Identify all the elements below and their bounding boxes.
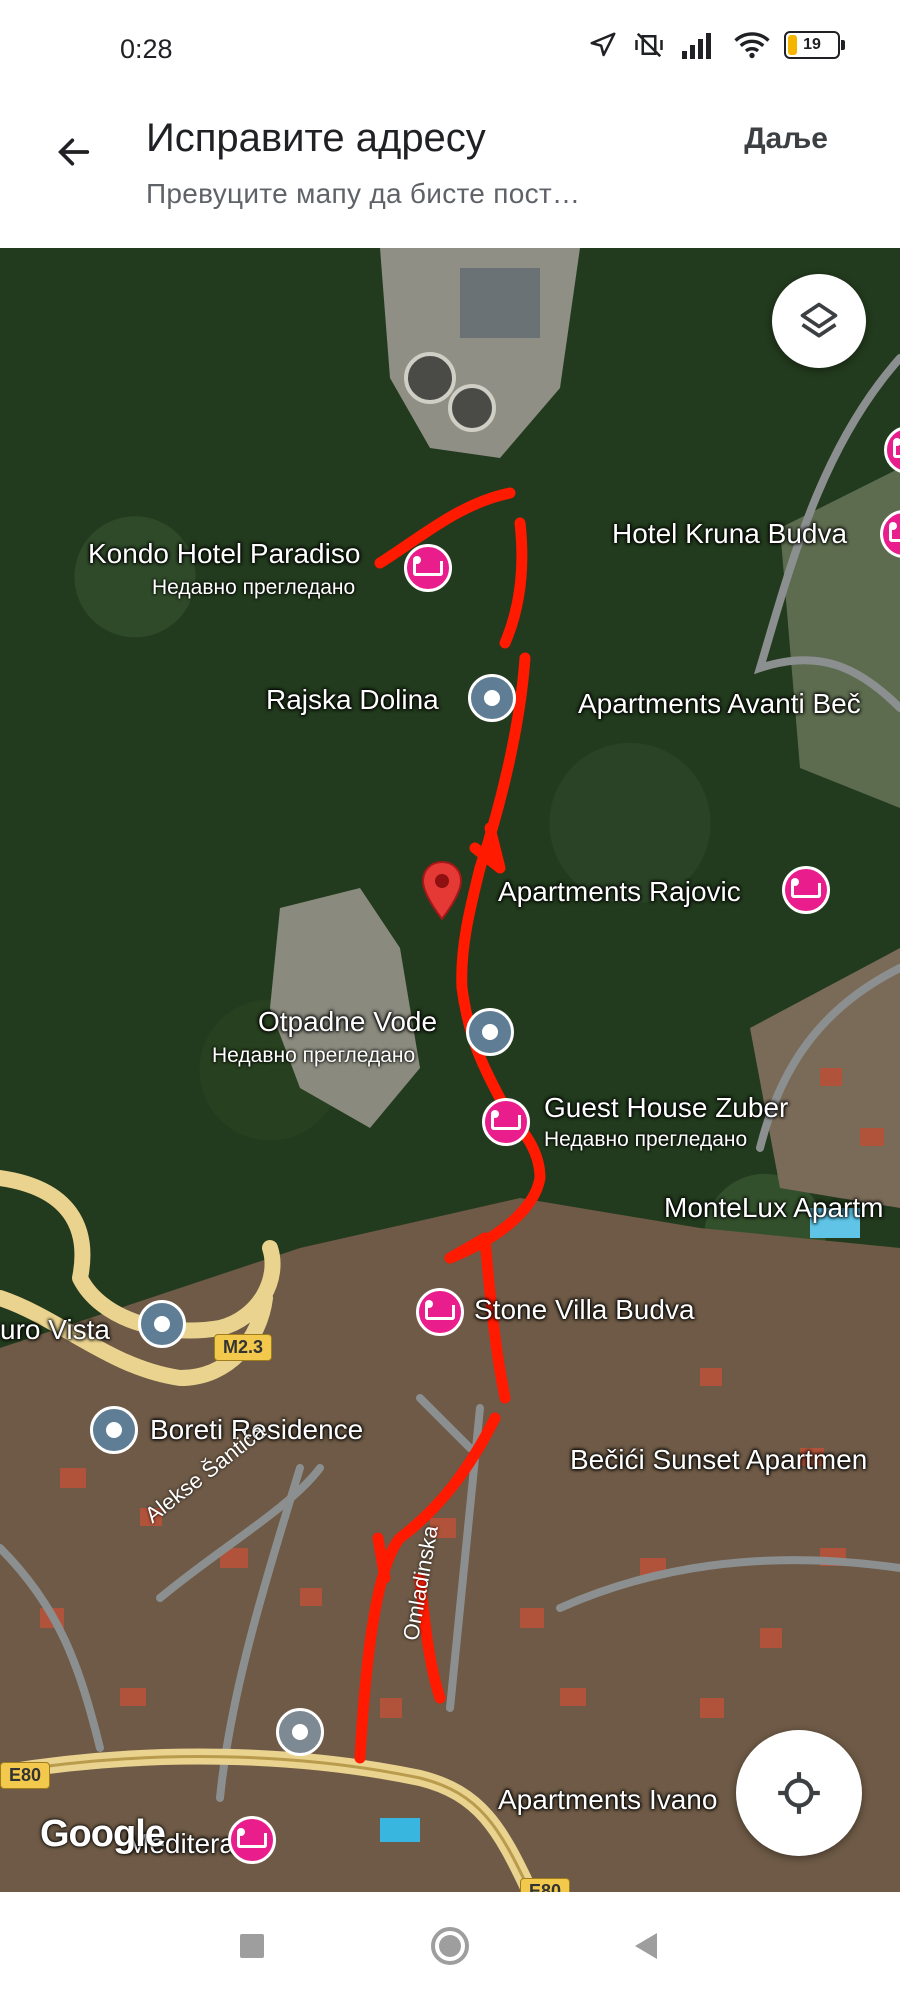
layers-button[interactable]	[772, 274, 866, 368]
place-label[interactable]: Apartments Avanti Beč	[578, 688, 861, 720]
circle-icon	[431, 1927, 469, 1965]
google-attribution: Google	[40, 1813, 166, 1855]
place-label[interactable]: Rajska Dolina	[266, 684, 439, 716]
poi-pin-icon[interactable]	[90, 1406, 138, 1454]
place-sublabel: Недавно прегледано	[152, 576, 356, 599]
page-title: Исправите адресу	[146, 116, 486, 160]
hotel-pin-icon[interactable]	[228, 1816, 276, 1864]
viewpoint-pin-icon[interactable]	[276, 1708, 324, 1756]
signal-icon	[682, 33, 711, 59]
page-subtitle: Превуците мапу да бисте пост…	[146, 178, 581, 209]
layers-icon	[800, 302, 838, 338]
status-time: 0:28	[120, 34, 173, 64]
hotel-pin-icon[interactable]	[482, 1098, 530, 1146]
navigation-arrow-icon	[590, 32, 616, 57]
home-button[interactable]	[426, 1922, 474, 1970]
system-back-button[interactable]	[622, 1922, 670, 1970]
vibrate-off-icon	[635, 32, 663, 58]
map-view[interactable]: Kondo Hotel Paradiso Недавно прегледано …	[0, 248, 900, 1892]
hotel-pin-icon[interactable]	[782, 866, 830, 914]
place-label[interactable]: Apartments Rajovic	[498, 876, 741, 908]
place-sublabel: Недавно прегледано	[544, 1128, 748, 1151]
wifi-icon	[734, 32, 770, 59]
place-label[interactable]: MonteLux Apartm	[664, 1192, 883, 1224]
my-location-icon	[778, 1772, 820, 1814]
place-label[interactable]: Hotel Kruna Budva	[612, 518, 847, 550]
road-shield-m23: M2.3	[214, 1334, 273, 1361]
battery-level: 19	[803, 36, 821, 53]
poi-pin-icon[interactable]	[468, 674, 516, 722]
next-button[interactable]: Даље	[744, 122, 828, 156]
road-shield-e80-bottom: E80	[520, 1878, 571, 1892]
place-label[interactable]: Apartments Ivano	[498, 1784, 717, 1816]
status-icons: 19	[588, 30, 845, 60]
back-button[interactable]	[42, 120, 106, 184]
recents-button[interactable]	[228, 1922, 276, 1970]
my-location-button[interactable]	[736, 1730, 862, 1856]
hotel-pin-icon[interactable]	[416, 1288, 464, 1336]
road-shield-e80: E80	[0, 1762, 51, 1789]
map-base-layer	[0, 248, 900, 1892]
place-label[interactable]: Stone Villa Budva	[474, 1294, 695, 1326]
place-label[interactable]: Kondo Hotel Paradiso	[88, 538, 360, 570]
status-bar: 0:28 19	[0, 0, 900, 100]
hotel-pin-icon[interactable]	[404, 544, 452, 592]
poi-pin-icon[interactable]	[466, 1008, 514, 1056]
place-sublabel: Недавно прегледано	[212, 1044, 416, 1067]
arrow-back-icon	[58, 138, 90, 166]
place-label[interactable]: Bečići Sunset Apartmen	[570, 1444, 867, 1476]
place-label[interactable]: Guest House Zuber	[544, 1092, 788, 1124]
place-label[interactable]: Otpadne Vode	[258, 1006, 437, 1038]
poi-pin-icon[interactable]	[138, 1300, 186, 1348]
app-bar: Исправите адресу Превуците мапу да бисте…	[0, 100, 900, 248]
battery-icon: 19	[784, 31, 845, 59]
square-icon	[240, 1934, 264, 1958]
place-label[interactable]: uro Vista	[0, 1314, 110, 1346]
location-pin-icon	[421, 860, 463, 921]
triangle-back-icon	[635, 1933, 657, 1959]
system-nav-bar	[0, 1892, 900, 2000]
